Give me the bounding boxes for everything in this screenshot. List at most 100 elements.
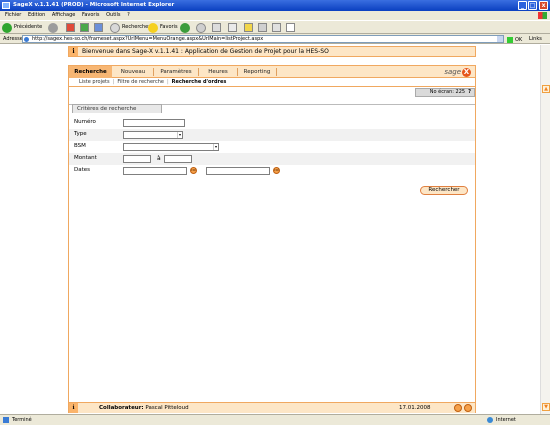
tab-recherche[interactable]: Recherche xyxy=(69,66,112,78)
bsm-label: BSM xyxy=(74,143,86,149)
tab-heures[interactable]: Heures xyxy=(200,66,236,78)
logo-text: sage xyxy=(444,68,461,76)
vertical-scrollbar[interactable]: ▲ ▼ xyxy=(540,45,550,414)
tab-nouveau[interactable]: Nouveau xyxy=(114,66,152,78)
tool-button[interactable] xyxy=(272,22,281,33)
print-button[interactable] xyxy=(212,22,221,33)
favorites-label: Favoris xyxy=(160,24,178,30)
browser-toolbar: Précédente Rechercher Favoris xyxy=(0,20,550,34)
close-button[interactable]: x xyxy=(539,1,548,10)
print-icon xyxy=(212,23,221,32)
menu-favoris[interactable]: Favoris xyxy=(82,11,100,20)
history-icon xyxy=(180,22,190,33)
numero-label: Numéro xyxy=(74,119,96,125)
edit-button[interactable] xyxy=(228,22,237,33)
tab-separator xyxy=(153,68,154,76)
type-select[interactable]: ▾ xyxy=(123,131,183,139)
links-button[interactable]: Links xyxy=(529,34,542,44)
refresh-icon xyxy=(80,23,89,32)
search-criteria-panel: Critères de recherche Numéro Type ▾ BSM … xyxy=(69,104,475,179)
history-button[interactable] xyxy=(180,22,190,33)
montant-from-input[interactable] xyxy=(123,155,151,163)
menu-fichier[interactable]: Fichier xyxy=(5,11,21,20)
menu-edition[interactable]: Edition xyxy=(28,11,45,20)
minimize-button[interactable]: _ xyxy=(518,1,527,10)
subnav-separator: | xyxy=(166,79,169,85)
app-frame: Recherche Nouveau Paramètres Heures Repo… xyxy=(68,65,476,413)
window-titlebar: SageX v.1.1.41 (PROD) - Microsoft Intern… xyxy=(0,0,550,11)
page-icon xyxy=(24,37,29,42)
edit-icon xyxy=(228,23,237,32)
menu-affichage[interactable]: Affichage xyxy=(52,11,76,20)
power-icon[interactable] xyxy=(464,404,472,412)
address-url: http://sagex.hes-so.ch/frameset.aspx?Url… xyxy=(32,36,264,42)
messenger-button[interactable] xyxy=(244,22,253,33)
discuss-icon xyxy=(286,23,295,32)
stop-button[interactable] xyxy=(66,22,75,33)
search-button-toolbar[interactable]: Rechercher xyxy=(110,22,150,33)
info-icon: i xyxy=(69,47,78,56)
forward-button[interactable] xyxy=(48,22,58,33)
subnav-recherche-ordres[interactable]: Recherche d'ordres xyxy=(172,79,227,85)
go-label: OK xyxy=(515,37,523,43)
numero-input[interactable] xyxy=(123,119,185,127)
mail-icon xyxy=(196,22,206,33)
scroll-up-icon[interactable]: ▲ xyxy=(542,85,550,93)
favorites-button[interactable]: Favoris xyxy=(148,22,178,33)
montant-to-input[interactable] xyxy=(164,155,192,163)
row-type: Type ▾ xyxy=(69,129,475,141)
windows-logo-icon xyxy=(538,12,547,19)
footer-date: 17.01.2008 xyxy=(399,405,431,411)
go-arrow-icon xyxy=(507,36,513,43)
subnav-filtre-recherche[interactable]: Filtre de recherche xyxy=(117,79,164,85)
address-input[interactable]: http://sagex.hes-so.ch/frameset.aspx?Url… xyxy=(22,35,504,43)
collaborator: Collaborateur: Pascal Pitteloud xyxy=(99,403,189,413)
research-button[interactable] xyxy=(258,22,267,33)
dates-label: Dates xyxy=(74,167,91,173)
help-icon[interactable]: ? xyxy=(468,89,471,96)
collaborator-name: Pascal Pitteloud xyxy=(145,405,189,411)
stop-icon xyxy=(66,23,75,32)
address-label: Adresse xyxy=(3,36,23,42)
date-to-input[interactable] xyxy=(206,167,270,175)
welcome-text: Bienvenue dans Sage-X v.1.1.41 : Applica… xyxy=(82,48,329,55)
messenger-icon xyxy=(244,23,253,32)
ie-app-icon xyxy=(2,2,10,9)
status-bar: Terminé Internet xyxy=(0,414,550,425)
main-tabs: Recherche Nouveau Paramètres Heures Repo… xyxy=(69,66,475,78)
go-button[interactable]: OK xyxy=(507,35,522,45)
refresh-button[interactable] xyxy=(80,22,89,33)
menu-bar: Fichier Edition Affichage Favoris Outils… xyxy=(0,11,550,20)
tab-separator xyxy=(276,68,277,76)
logo-x-icon: X xyxy=(462,68,471,77)
row-montant: Montant à xyxy=(69,153,475,165)
row-bsm: BSM ▾ xyxy=(69,141,475,153)
collaborator-label: Collaborateur: xyxy=(99,405,144,411)
zone-text: Internet xyxy=(496,417,516,423)
tab-separator xyxy=(237,68,238,76)
mail-button[interactable] xyxy=(196,22,206,33)
menu-help[interactable]: ? xyxy=(127,11,130,20)
tab-parametres[interactable]: Paramètres xyxy=(155,66,197,78)
scroll-down-icon[interactable]: ▼ xyxy=(542,403,550,411)
address-dropdown-icon[interactable] xyxy=(497,36,503,42)
chevron-down-icon: ▾ xyxy=(177,132,182,138)
chevron-down-icon: ▾ xyxy=(213,144,218,150)
row-numero: Numéro xyxy=(69,117,475,129)
screen-number: No écran: 225 xyxy=(429,89,466,95)
star-icon xyxy=(148,22,158,33)
maximize-button[interactable]: □ xyxy=(528,1,537,10)
menu-outils[interactable]: Outils xyxy=(106,11,120,20)
subnav-liste-projets[interactable]: Liste projets xyxy=(79,79,110,85)
tab-reporting[interactable]: Reporting xyxy=(239,66,275,78)
home-button[interactable] xyxy=(94,22,103,33)
gear-icon[interactable] xyxy=(454,404,462,412)
search-button[interactable]: Rechercher xyxy=(420,186,468,195)
calendar-icon[interactable]: cal xyxy=(190,167,197,174)
date-from-input[interactable] xyxy=(123,167,187,175)
discuss-button[interactable] xyxy=(286,22,295,33)
search-label: Rechercher xyxy=(122,24,151,30)
calendar-icon[interactable]: cal xyxy=(273,167,280,174)
back-button[interactable]: Précédente xyxy=(2,22,42,33)
bsm-select[interactable]: ▾ xyxy=(123,143,219,151)
